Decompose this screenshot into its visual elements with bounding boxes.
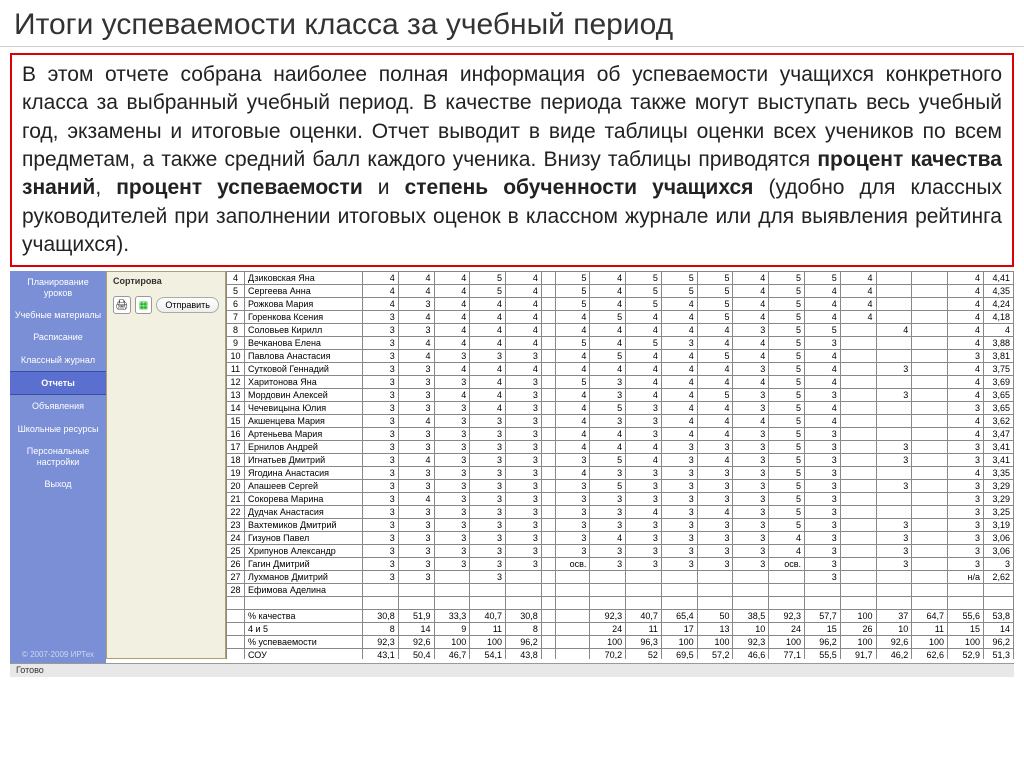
sidebar-item[interactable]: Учебные материалы — [10, 304, 106, 326]
table-row: 10Павлова Анастасия343334544545433,81 — [227, 350, 1014, 363]
grades-table: 4Дзиковская Яна4445454555455444,415Серге… — [226, 271, 1014, 659]
table-row: 18Игнатьев Дмитрий3433335434353333,41 — [227, 454, 1014, 467]
excel-icon[interactable]: ▦ — [135, 296, 153, 314]
sidebar-item[interactable]: Объявления — [10, 395, 106, 417]
table-row: 21Сокорева Марина343333333335333,29 — [227, 493, 1014, 506]
table-row: 20Апашеев Сергей3333335333353333,29 — [227, 480, 1014, 493]
page-title: Итоги успеваемости класса за учебный пер… — [0, 0, 1024, 47]
table-row: 22Дудчак Анастасия333333343435333,25 — [227, 506, 1014, 519]
copyright: © 2007-2009 ИРТех — [10, 650, 106, 659]
table-row: 11Сутковой Геннадий3344444444354343,75 — [227, 363, 1014, 376]
table-row: 14Чечевицына Юлия333434534435433,65 — [227, 402, 1014, 415]
table-row: 23Вахтемиков Дмитрий3333333333353333,19 — [227, 519, 1014, 532]
table-row: 26Гагин Дмитрий33333осв.33333осв.3333 — [227, 558, 1014, 571]
table-row: 15Акшенцева Мария343334334445443,62 — [227, 415, 1014, 428]
summary-row: % качества30,851,933,340,730,892,340,765… — [227, 610, 1014, 623]
sort-label: Сортирова — [107, 272, 225, 290]
grades-table-wrap: 4Дзиковская Яна4445454555455444,415Серге… — [226, 271, 1014, 659]
table-row: 4Дзиковская Яна4445454555455444,41 — [227, 272, 1014, 285]
sidebar-item[interactable]: Планирование уроков — [10, 271, 106, 304]
status-bar: Готово — [10, 663, 1014, 677]
table-row: 9Вечканова Елена344445453445343,88 — [227, 337, 1014, 350]
sidebar-item[interactable]: Классный журнал — [10, 349, 106, 371]
table-row: 7Горенкова Ксения3444445445454444,18 — [227, 311, 1014, 324]
table-row: 5Сергеева Анна4445454555454444,35 — [227, 285, 1014, 298]
table-row: 28Ефимова Аделина — [227, 584, 1014, 597]
table-row: 17Ернилов Андрей3333344433353333,41 — [227, 441, 1014, 454]
table-row: 12Харитонова Яна333435344445443,69 — [227, 376, 1014, 389]
summary-row: СОУ43,150,446,754,143,870,25269,557,246,… — [227, 649, 1014, 660]
report-screenshot: Планирование уроковУчебные материалыРасп… — [10, 271, 1014, 677]
sidebar-item[interactable]: Персональные настройки — [10, 440, 106, 473]
sidebar-item[interactable]: Отчеты — [10, 371, 106, 395]
table-row: 6Рожкова Мария4344454545454444,24 — [227, 298, 1014, 311]
table-row: 25Хрипунов Александр3333333333343333,06 — [227, 545, 1014, 558]
print-icon[interactable]: 🖨 — [113, 296, 131, 314]
send-button[interactable]: Отправить — [156, 297, 219, 313]
table-row: 16Артеньева Мария333334434435343,47 — [227, 428, 1014, 441]
table-row: 19Ягодина Анастасия333334333335343,35 — [227, 467, 1014, 480]
sidebar-item[interactable]: Расписание — [10, 326, 106, 348]
description-box: В этом отчете собрана наиболее полная ин… — [10, 53, 1014, 267]
summary-row: 4 и 58149118241117131024152610111514 — [227, 623, 1014, 636]
table-row: 13Мордовин Алексей3344343445353343,65 — [227, 389, 1014, 402]
sidebar-item[interactable]: Школьные ресурсы — [10, 418, 106, 440]
table-row: 24Гизунов Павел3333334333343333,06 — [227, 532, 1014, 545]
sidebar: Планирование уроковУчебные материалыРасп… — [10, 271, 106, 677]
summary-row: % успеваемости92,392,610010096,210096,31… — [227, 636, 1014, 649]
tool-pane: Сортирова 🖨 ▦ Отправить — [106, 271, 226, 659]
table-row: 8Соловьев Кирилл3344444444355444 — [227, 324, 1014, 337]
table-row: 27Лухманов Дмитрий3333н/а2,62 — [227, 571, 1014, 584]
sidebar-item[interactable]: Выход — [10, 473, 106, 495]
